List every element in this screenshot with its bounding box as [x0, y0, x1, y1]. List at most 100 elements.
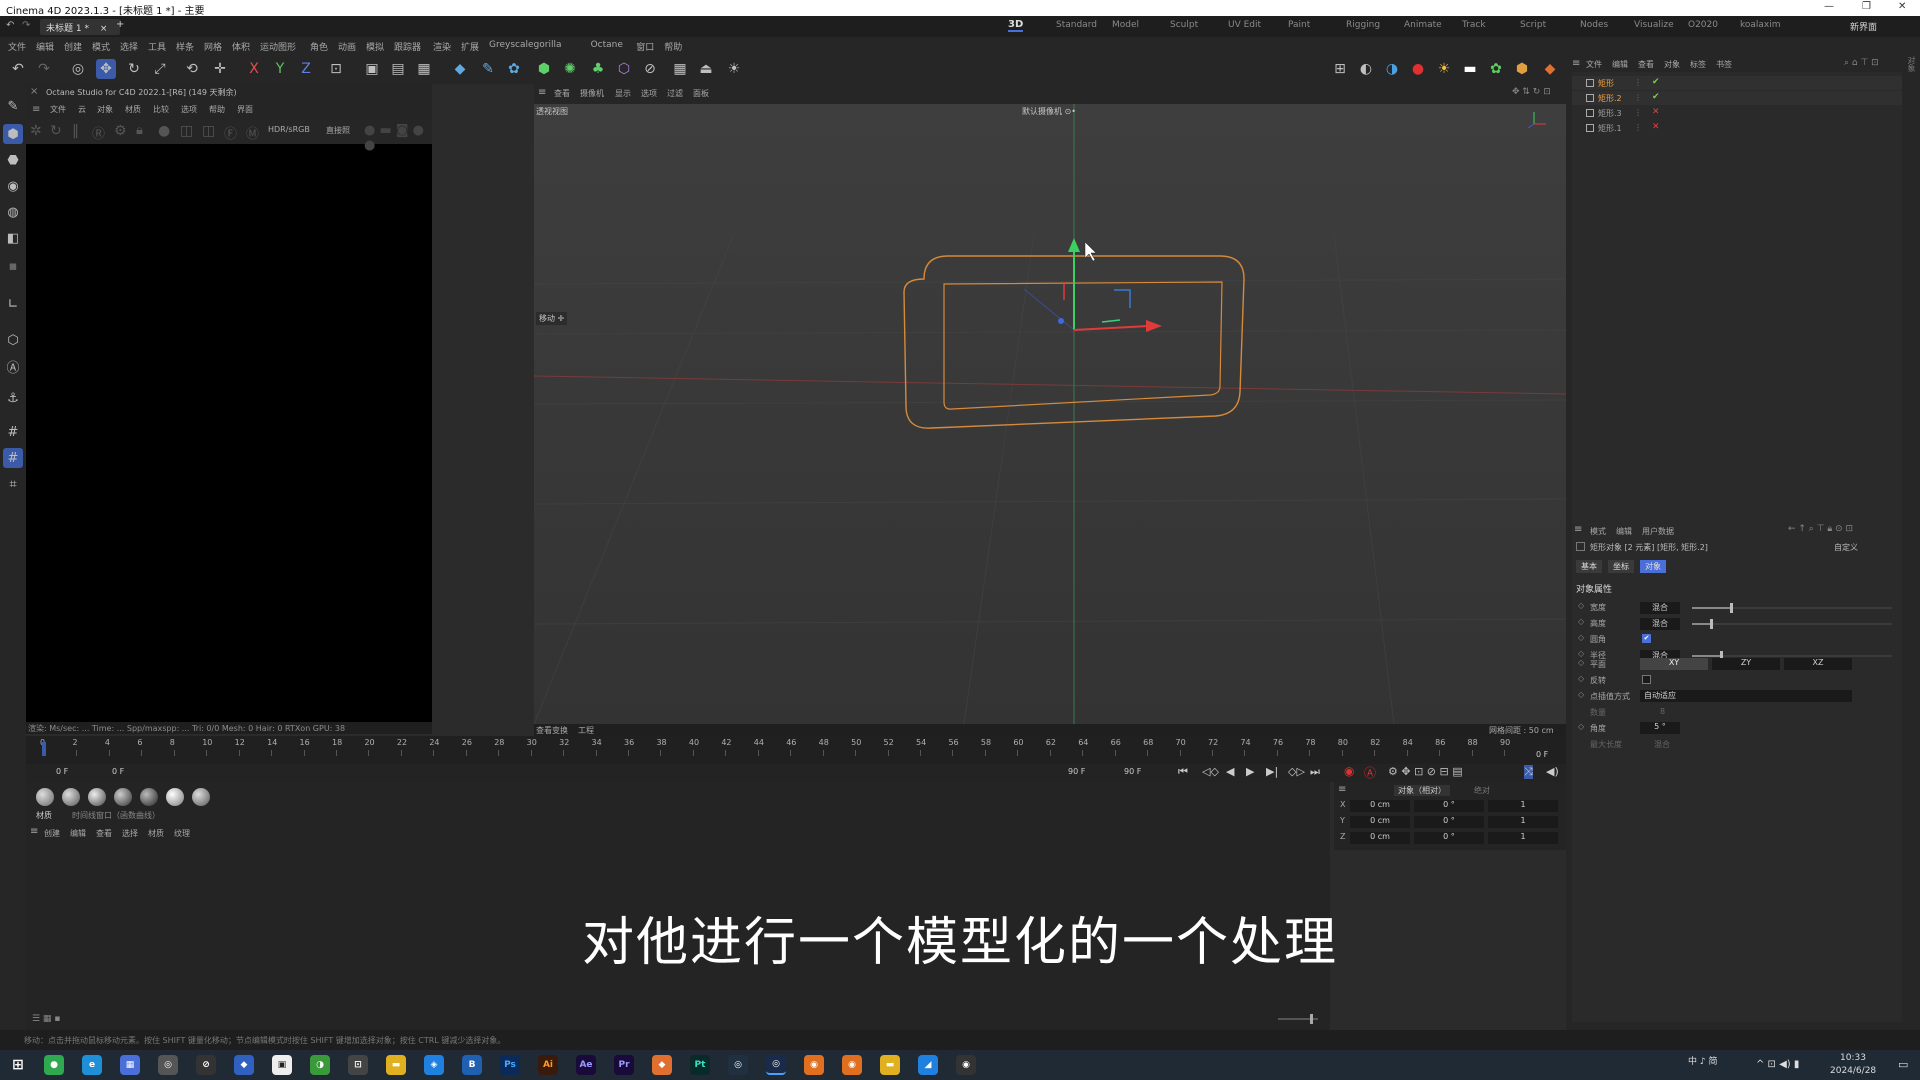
object-name[interactable]: 矩形.3 [1598, 108, 1622, 119]
quantize-icon[interactable]: # [3, 448, 23, 468]
notification-icon[interactable]: ▭ [1898, 1058, 1908, 1071]
material-menu-item[interactable]: 选择 [122, 828, 138, 839]
plane-xy-button[interactable]: XY [1640, 658, 1708, 670]
keyframe-options-icons[interactable]: ⚙ ✥ ⊡ ⊘ ⊟ ▤ [1388, 765, 1463, 778]
workspace-tab[interactable]: Sculpt [1170, 20, 1198, 30]
object-menu-item[interactable]: 查看 [1638, 59, 1654, 70]
after-effects-icon[interactable]: Ae [576, 1055, 596, 1075]
octane-menu-item[interactable]: 对象 [97, 104, 113, 115]
3d-workspace-icon[interactable]: 3D [1008, 19, 1024, 32]
menu-item[interactable]: Octane [591, 40, 623, 50]
coord-rotation-field[interactable]: 0 ° [1414, 816, 1484, 828]
redo-icon[interactable]: ↷ [22, 20, 30, 31]
octane-material-icon[interactable]: Ⓜ [246, 123, 259, 142]
workspace-tab[interactable]: UV Edit [1228, 20, 1261, 30]
object-menu-item[interactable]: 书签 [1716, 59, 1732, 70]
record-icon[interactable]: ◉ [1344, 764, 1354, 778]
tray-icons[interactable]: ^ ⊡ ◀) ▮ [1756, 1059, 1799, 1070]
octane-stop-icon[interactable]: ● [1408, 59, 1428, 79]
octane-refresh-icon[interactable]: ↻ [50, 123, 62, 139]
photoshop-icon[interactable]: Ps [500, 1055, 520, 1075]
zoom-slider-handle[interactable] [1310, 1014, 1313, 1024]
coord-position-field[interactable]: 0 cm [1350, 816, 1410, 828]
mograph-icon[interactable]: ♣ [588, 59, 608, 79]
object-menu-item[interactable]: 编辑 [1612, 59, 1628, 70]
generator-icon[interactable]: ✿ [504, 59, 524, 79]
undo-icon[interactable]: ↶ [6, 20, 14, 31]
workspace-tab[interactable]: koalaxim [1740, 20, 1781, 30]
plugin-icon[interactable]: ⬢ [1512, 59, 1532, 79]
attr-nav-icons[interactable]: ← ↑ ⌕ ⊤ 🔒︎ ⊙ ⊡ [1788, 524, 1853, 534]
render-view-icon[interactable]: ▣ [362, 59, 382, 79]
object-search-icons[interactable]: ⌕ ⌂ ⊤ ⊡ [1844, 58, 1879, 68]
object-menu-item[interactable]: 对象 [1664, 59, 1680, 70]
grid-snap-icon[interactable]: ▦ [670, 59, 690, 79]
visibility-dots-icon[interactable]: ⋮ [1634, 93, 1642, 102]
attribute-preset-select[interactable]: 自定义 [1834, 542, 1858, 553]
scale-tool-icon[interactable]: ⤢ [150, 59, 170, 79]
file-explorer-icon[interactable]: ▬ [386, 1055, 406, 1075]
coord-scale-field[interactable]: 1 [1488, 832, 1558, 844]
material-swatch-5[interactable] [140, 788, 158, 806]
octane-lock-icon[interactable]: 🔒︎ [136, 123, 143, 138]
object-name[interactable]: 矩形.1 [1598, 123, 1622, 134]
coord-rotation-field[interactable]: 0 ° [1414, 800, 1484, 812]
visibility-dots-icon[interactable]: ⋮ [1634, 108, 1642, 117]
goto-end-icon[interactable]: ⏭ [1310, 765, 1320, 779]
object-name[interactable]: 矩形.2 [1598, 93, 1622, 104]
menu-item[interactable]: 模式 [92, 40, 110, 53]
minimize-icon[interactable]: — [1824, 1, 1834, 12]
material-swatch-2[interactable] [62, 788, 80, 806]
next-frame-icon[interactable]: ▶| [1266, 765, 1278, 778]
coord-scale-field[interactable]: 1 [1488, 800, 1558, 812]
menu-item[interactable]: 帮助 [664, 40, 682, 53]
octane-focus-icon[interactable]: Ⓕ [224, 123, 237, 142]
greyscalegorilla-icon[interactable]: ✿ [1486, 59, 1506, 79]
octane-region-icon[interactable]: Ⓡ [92, 123, 105, 142]
octane-colorspace-select[interactable]: HDR/sRGB [268, 125, 310, 134]
menu-item[interactable]: 工具 [148, 40, 166, 53]
coord-size-select[interactable]: 绝对 [1474, 785, 1490, 796]
octane-mode-select[interactable]: 直接照 [326, 125, 350, 136]
texture-mode-icon[interactable]: ⬡ [3, 330, 23, 350]
workspace-tab[interactable]: O2020 [1688, 20, 1718, 30]
octane-live-icon[interactable]: ◑ [1382, 59, 1402, 79]
redo-button[interactable]: ↷ [34, 59, 54, 79]
perspective-viewport[interactable]: 透视视图 默认摄像机 ⊙• 移动 ✛ 网格间距 : 50 cm [534, 104, 1566, 724]
viewport-menu-item[interactable]: 查看 [554, 88, 570, 99]
view-layout-icon[interactable]: ⊞ [1330, 59, 1350, 79]
object-hamburger-icon[interactable]: ≡ [1572, 58, 1580, 69]
grid-icon[interactable]: # [3, 422, 23, 442]
reverse-checkbox[interactable] [1642, 675, 1651, 684]
octane-menu-item[interactable]: 帮助 [209, 104, 225, 115]
light-icon[interactable]: ☀ [724, 59, 744, 79]
video-icon[interactable]: ⏏ [696, 59, 716, 79]
prev-frame-icon[interactable]: ◀ [1226, 765, 1234, 778]
octane-extra-icon[interactable]: ● ▬ ◙ ● ● [364, 123, 432, 153]
viewport-menu-item[interactable]: 面板 [693, 88, 709, 99]
coord-position-field[interactable]: 0 cm [1350, 832, 1410, 844]
y-axis-lock-icon[interactable]: Y [270, 59, 290, 79]
keyframe-diamond-icon[interactable]: ◇ [1578, 617, 1584, 626]
snap-icon[interactable]: ⚓ [3, 388, 23, 408]
material-menu-item[interactable]: 纹理 [174, 828, 190, 839]
current-frame-field[interactable]: 0 F [1536, 750, 1548, 759]
workspace-tab[interactable]: Model [1112, 20, 1139, 30]
playhead[interactable] [42, 742, 46, 756]
preview-end-field[interactable]: 90 F [1068, 767, 1085, 776]
menu-item[interactable]: Greyscalegorilla [489, 40, 561, 50]
attribute-menu-item[interactable]: 模式 [1590, 526, 1606, 537]
object-row[interactable]: 矩形.1 ⋮ ✕ [1572, 121, 1902, 135]
workspace-tab[interactable]: Standard [1056, 20, 1097, 30]
x-axis-lock-icon[interactable]: X [244, 59, 264, 79]
workspace-tab[interactable]: Script [1520, 20, 1546, 30]
end-frame-field[interactable]: 90 F [1124, 767, 1141, 776]
close-icon[interactable]: ✕ [1898, 1, 1906, 12]
attribute-menu-item[interactable]: 编辑 [1616, 526, 1632, 537]
live-select-icon[interactable]: ◎ [68, 59, 88, 79]
property-slider-handle[interactable] [1710, 619, 1713, 629]
app-icon-6[interactable]: ◑ [310, 1055, 330, 1075]
viewport-menu-item[interactable]: 摄像机 [580, 88, 604, 99]
viewport-menu-item[interactable]: 过滤 [667, 88, 683, 99]
side-tab-objects[interactable]: 对象 [1906, 56, 1917, 72]
